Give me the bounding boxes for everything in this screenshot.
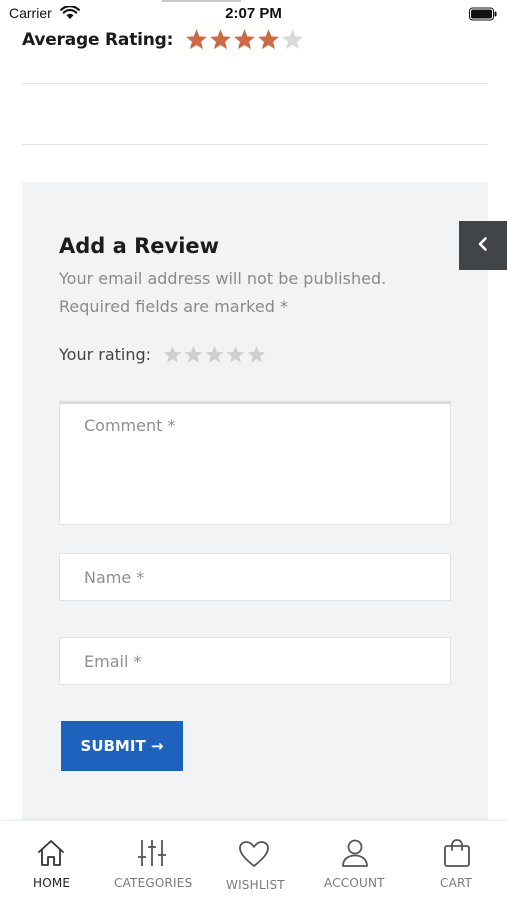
tab-wishlist[interactable]: WISHLIST [222, 821, 286, 900]
average-rating-label: Average Rating: [22, 29, 174, 50]
your-rating-row: Your rating: [59, 345, 267, 364]
name-field[interactable] [59, 553, 451, 601]
divider [22, 144, 488, 145]
status-time: 2:07 PM [225, 5, 282, 22]
star-empty-icon [282, 29, 304, 50]
tab-categories[interactable]: CATEGORIES [110, 821, 198, 900]
review-title: Add a Review [59, 234, 220, 258]
star-empty-icon[interactable] [163, 345, 182, 364]
star-filled-icon [210, 29, 232, 50]
status-bar: Carrier 2:07 PM [0, 0, 507, 28]
side-panel-toggle[interactable] [459, 221, 507, 270]
review-note-email: Your email address will not be published… [59, 269, 387, 288]
tab-categories-label: CATEGORIES [114, 876, 193, 890]
tab-home[interactable]: HOME [22, 821, 80, 900]
heart-icon [238, 840, 270, 872]
star-filled-icon [186, 29, 208, 50]
battery-icon [469, 6, 497, 25]
email-input[interactable] [60, 638, 450, 684]
user-icon [340, 838, 370, 872]
review-form: Add a Review Your email address will not… [22, 182, 488, 822]
bottom-tab-bar: HOME CATEGORIES WISHLIST ACCOUNT CART [0, 820, 507, 900]
your-rating-stars [163, 345, 267, 364]
comment-field[interactable] [59, 401, 451, 525]
star-empty-icon[interactable] [184, 345, 203, 364]
submit-button[interactable]: SUBMIT → [61, 721, 183, 771]
comment-input[interactable] [60, 404, 450, 524]
chevron-left-icon [476, 236, 490, 256]
review-note-required: Required fields are marked * [59, 297, 288, 316]
email-field[interactable] [59, 637, 451, 685]
star-filled-icon [258, 29, 280, 50]
bag-icon [442, 838, 472, 872]
average-rating: Average Rating: [22, 28, 305, 51]
divider [22, 83, 488, 84]
tab-wishlist-label: WISHLIST [226, 878, 285, 892]
star-empty-icon[interactable] [205, 345, 224, 364]
home-icon [36, 838, 66, 872]
tab-home-label: HOME [33, 876, 71, 890]
notch-indicator [162, 0, 241, 2]
your-rating-label: Your rating: [59, 345, 152, 364]
average-rating-stars [185, 28, 305, 51]
tab-account-label: ACCOUNT [324, 876, 385, 890]
tab-cart[interactable]: CART [432, 821, 482, 900]
star-empty-icon[interactable] [247, 345, 266, 364]
name-input[interactable] [60, 554, 450, 600]
tab-cart-label: CART [440, 876, 473, 890]
star-empty-icon[interactable] [226, 345, 245, 364]
sliders-icon [137, 838, 167, 872]
star-filled-icon [234, 29, 256, 50]
tab-account[interactable]: ACCOUNT [320, 821, 390, 900]
